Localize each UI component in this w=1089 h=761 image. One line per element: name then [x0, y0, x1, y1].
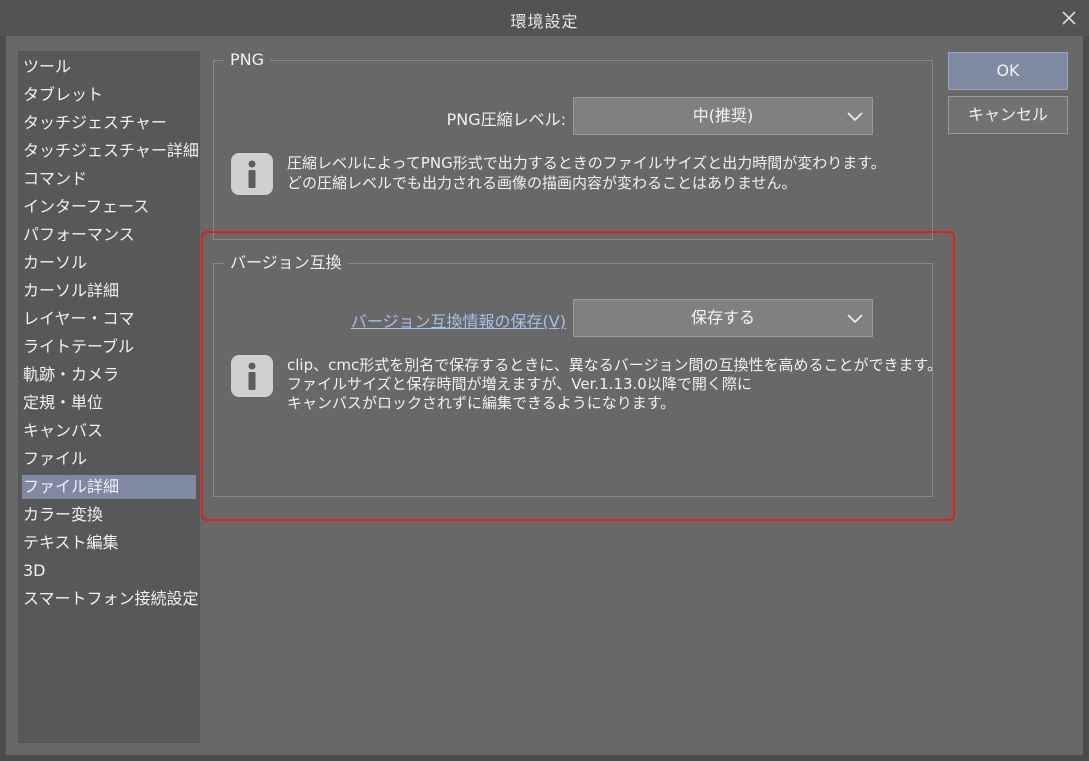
png-group-title: PNG: [224, 49, 271, 71]
close-button[interactable]: [1055, 4, 1083, 32]
sidebar-item-command[interactable]: コマンド: [22, 167, 196, 191]
sidebar-item-touch-gesture[interactable]: タッチジェスチャー: [22, 111, 196, 135]
sidebar-item-tool[interactable]: ツール: [22, 55, 196, 79]
png-info-line-1: 圧縮レベルによってPNG形式で出力するときのファイルサイズと出力時間が変わります…: [287, 154, 886, 172]
cancel-button[interactable]: キャンセル: [948, 96, 1068, 134]
category-list: ツール タブレット タッチジェスチャー タッチジェスチャー詳細 コマンド インタ…: [18, 51, 200, 743]
sidebar-item-trajectory-camera[interactable]: 軌跡・カメラ: [22, 363, 196, 387]
sidebar-item-3d[interactable]: 3D: [22, 559, 196, 583]
sidebar-item-canvas[interactable]: キャンバス: [22, 419, 196, 443]
png-group: PNG PNG圧縮レベル: 中(推奨) 圧縮レベルによってPNG形式で出力すると…: [213, 49, 933, 240]
sidebar-item-smartphone-connection[interactable]: スマートフォン接続設定: [22, 587, 199, 611]
dialog-body: ツール タブレット タッチジェスチャー タッチジェスチャー詳細 コマンド インタ…: [6, 36, 1083, 755]
sidebar-item-text-edit[interactable]: テキスト編集: [22, 531, 196, 555]
sidebar-item-color-conversion[interactable]: カラー変換: [22, 503, 196, 527]
info-icon: [231, 153, 273, 195]
png-compression-value: 中(推奨): [692, 106, 754, 125]
chevron-down-icon: [847, 112, 863, 122]
sidebar-item-cursor[interactable]: カーソル: [22, 251, 196, 275]
title-bar: 環境設定: [0, 0, 1089, 36]
sidebar-item-layer-frame[interactable]: レイヤー・コマ: [22, 307, 196, 331]
window-title: 環境設定: [510, 12, 579, 31]
highlight-frame: [201, 231, 955, 521]
sidebar-item-ruler-unit[interactable]: 定規・単位: [22, 391, 196, 415]
sidebar-item-touch-gesture-detail[interactable]: タッチジェスチャー詳細: [22, 139, 199, 163]
png-compression-select[interactable]: 中(推奨): [573, 97, 873, 135]
sidebar-item-interface[interactable]: インターフェース: [22, 195, 196, 219]
sidebar-item-file[interactable]: ファイル: [22, 447, 196, 471]
png-compression-label: PNG圧縮レベル:: [446, 110, 566, 129]
png-info-line-2: どの圧縮レベルでも出力される画像の描画内容が変わることはありません。: [287, 174, 797, 192]
sidebar-item-tablet[interactable]: タブレット: [22, 83, 196, 107]
close-icon: [1062, 11, 1076, 25]
ok-button[interactable]: OK: [948, 52, 1068, 90]
sidebar-item-light-table[interactable]: ライトテーブル: [22, 335, 196, 359]
sidebar-item-performance[interactable]: パフォーマンス: [22, 223, 196, 247]
sidebar-item-cursor-detail[interactable]: カーソル詳細: [22, 279, 196, 303]
sidebar-item-file-detail[interactable]: ファイル詳細: [22, 475, 196, 499]
